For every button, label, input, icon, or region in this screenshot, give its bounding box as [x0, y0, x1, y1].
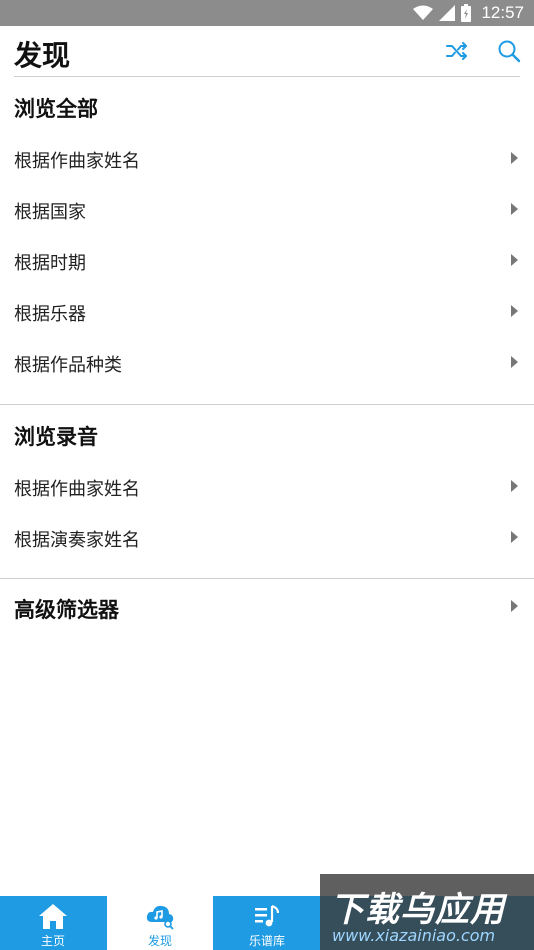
chevron-right-icon [511, 600, 518, 612]
home-icon [39, 904, 67, 929]
section-title-browse-recordings: 浏览录音 [14, 425, 98, 449]
chevron-right-icon [511, 480, 518, 492]
cloud-music-search-icon [146, 905, 174, 930]
search-button[interactable] [496, 38, 522, 64]
status-icons: 12:57 [413, 0, 524, 26]
list-item-label: 根据演奏家姓名 [14, 530, 140, 551]
watermark-url: www.xiazainiao.com [332, 926, 496, 945]
tab-discover[interactable]: 发现 [107, 896, 213, 950]
list-item-label: 根据乐器 [14, 304, 86, 325]
shuffle-button[interactable] [444, 38, 470, 64]
section-divider [0, 578, 534, 579]
chevron-right-icon [511, 203, 518, 215]
chevron-right-icon [511, 254, 518, 266]
list-item-label: 根据作品种类 [14, 355, 122, 376]
top-app-bar: 发现 [0, 26, 534, 76]
list-item-recordings-by-composer[interactable]: 根据作曲家姓名 [0, 462, 534, 513]
list-item-by-instrument[interactable]: 根据乐器 [0, 287, 534, 338]
wifi-icon [413, 5, 434, 20]
status-time: 12:57 [481, 3, 524, 22]
advanced-filter-label: 高级筛选器 [14, 598, 119, 622]
list-item-label: 根据国家 [14, 202, 86, 223]
page-title: 发现 [14, 39, 71, 72]
list-item-by-composer[interactable]: 根据作曲家姓名 [0, 134, 534, 185]
signal-icon [439, 5, 456, 21]
list-item-recordings-by-performer[interactable]: 根据演奏家姓名 [0, 513, 534, 564]
chevron-right-icon [511, 531, 518, 543]
list-item-label: 根据作曲家姓名 [14, 151, 140, 172]
list-item-label: 根据作曲家姓名 [14, 479, 140, 500]
watermark-text: 下载乌应用 [330, 890, 505, 930]
chevron-right-icon [511, 356, 518, 368]
status-bar: 12:57 [0, 0, 534, 26]
header-divider [14, 76, 520, 77]
watermark-logo: 下载乌应用 www.xiazainiao.com [320, 874, 534, 950]
list-item-by-period[interactable]: 根据时期 [0, 236, 534, 287]
search-icon [498, 40, 521, 63]
list-item-by-work-type[interactable]: 根据作品种类 [0, 338, 534, 389]
battery-icon [461, 4, 472, 22]
chevron-right-icon [511, 152, 518, 164]
section-divider [0, 404, 534, 405]
tab-label: 主页 [40, 934, 65, 948]
tab-score-library[interactable]: 乐谱库 [214, 896, 320, 950]
list-item-by-country[interactable]: 根据国家 [0, 185, 534, 236]
sheet-music-icon [255, 904, 280, 927]
chevron-right-icon [511, 305, 518, 317]
tab-label: 发现 [147, 934, 172, 948]
list-item-label: 根据时期 [14, 253, 86, 274]
advanced-filter-item[interactable]: 高级筛选器 [0, 582, 534, 633]
section-title-browse-all: 浏览全部 [14, 97, 98, 121]
tab-label: 乐谱库 [248, 934, 285, 948]
shuffle-icon [446, 42, 467, 60]
tab-home[interactable]: 主页 [0, 896, 106, 950]
